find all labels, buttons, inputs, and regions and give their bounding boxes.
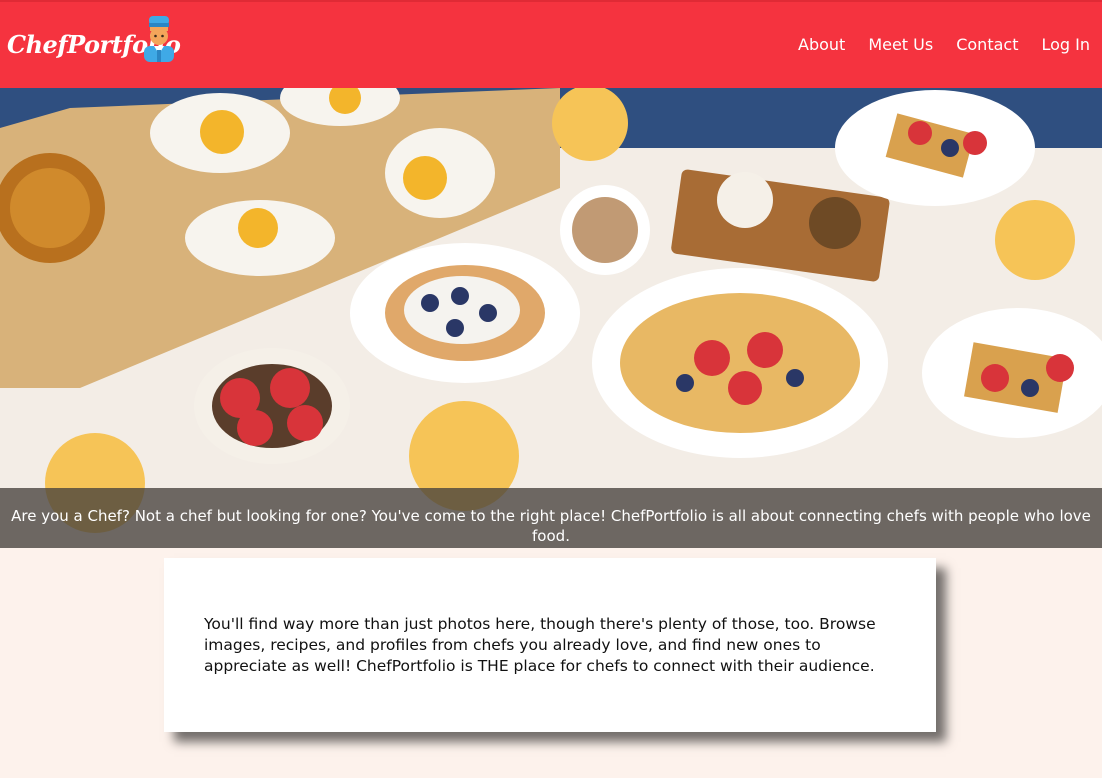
main-nav: About Meet Us Contact Log In [798,35,1090,54]
nav-contact[interactable]: Contact [956,35,1018,54]
hero-caption: Are you a Chef? Not a chef but looking f… [0,488,1102,548]
nav-log-in[interactable]: Log In [1041,35,1090,54]
nav-meet-us[interactable]: Meet Us [868,35,933,54]
chef-avatar-icon [144,16,174,62]
hero-banner: Are you a Chef? Not a chef but looking f… [0,88,1102,548]
header-bar: ChefPortfolio About Meet Us Contact Log … [0,0,1102,88]
intro-card: You'll find way more than just photos he… [164,558,936,732]
nav-about[interactable]: About [798,35,845,54]
hero-breakfast-image [0,88,1102,548]
intro-text: You'll find way more than just photos he… [204,615,876,675]
